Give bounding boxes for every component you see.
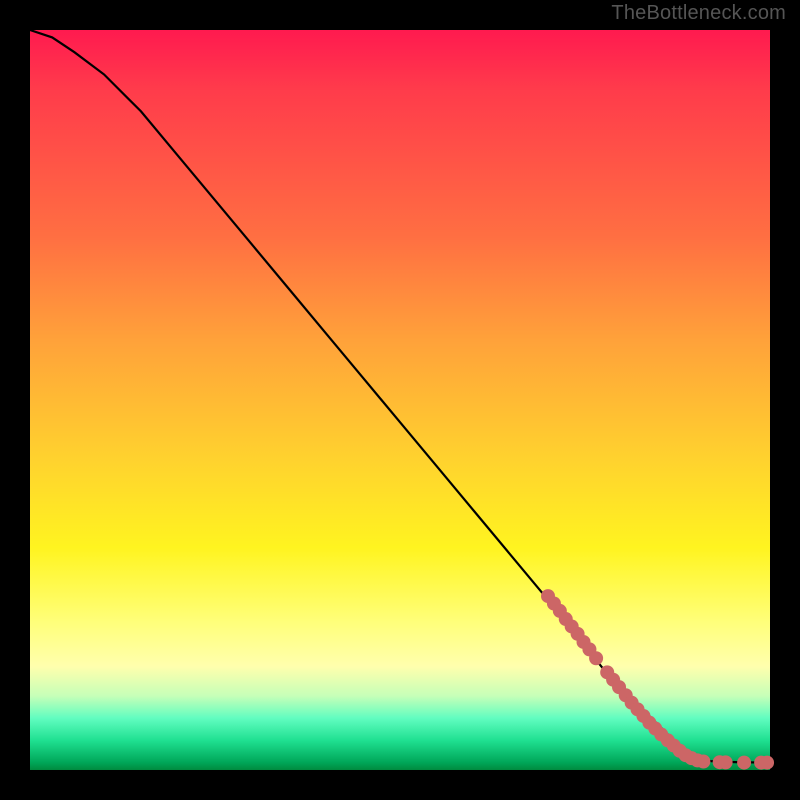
scatter-point: [737, 756, 751, 770]
chart-svg: [30, 30, 770, 770]
scatter-point: [719, 755, 733, 769]
curve-line: [30, 30, 770, 763]
scatter-point: [589, 651, 603, 665]
scatter-point: [696, 754, 710, 768]
scatter-point: [760, 756, 774, 770]
chart-frame: TheBottleneck.com: [0, 0, 800, 800]
scatter-markers: [541, 589, 774, 770]
attribution-text: TheBottleneck.com: [611, 2, 786, 25]
plot-area: [30, 30, 770, 770]
